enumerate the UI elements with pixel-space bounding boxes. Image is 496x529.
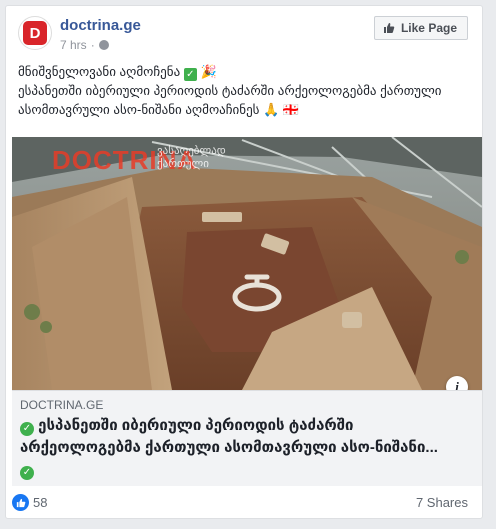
post-card: D doctrina.ge 7 hrs · Like Page მნიშვნელ… — [5, 5, 483, 519]
party-popper-icon: 🎉 — [200, 64, 217, 79]
doctrina-logo-icon: D — [23, 21, 47, 45]
like-page-label: Like Page — [400, 21, 457, 35]
link-title: ✓ ესპანეთში იბერიული პერიოდის ტაძარში არ… — [20, 415, 460, 481]
post-line-2: ესპანეთში იბერიული პერიოდის ტაძარში არქე… — [18, 83, 442, 98]
post-timestamp[interactable]: 7 hrs — [60, 38, 87, 52]
prayer-flag-icons: 🙏 🇬🇪 — [263, 102, 300, 117]
link-title-line-1-text: ესპანეთში იბერიული პერიოდის ტაძარში — [38, 417, 354, 434]
post-line-1-text: მნიშვნელოვანი აღმოჩენა — [18, 64, 181, 79]
link-title-line-3: ✓ — [20, 459, 460, 481]
post-line-1: მნიშვნელოვანი აღმოჩენა ✓ 🎉 — [18, 62, 468, 81]
link-title-line-2: არქეოლოგებმა ქართული ასომთავრული ასო-ნიშ… — [20, 439, 438, 456]
post-text: მნიშვნელოვანი აღმოჩენა ✓ 🎉 ესპანეთში იბე… — [18, 62, 468, 119]
post-line-3-text: ასომთავრული ასო-ნიშანი აღმოაჩინეს — [18, 102, 260, 117]
like-page-button[interactable]: Like Page — [373, 16, 468, 40]
post-line-3: ასომთავრული ასო-ნიშანი აღმოაჩინეს 🙏 🇬🇪 — [18, 100, 468, 119]
post-meta: 7 hrs · — [60, 38, 109, 52]
watermark-subtitle: ვასაღებლად ქართული — [157, 145, 226, 171]
post-footer: 58 7 Shares — [6, 492, 482, 516]
meta-separator: · — [90, 38, 95, 52]
check-circle-icon: ✓ — [20, 466, 34, 480]
globe-icon — [98, 40, 109, 50]
thumbs-up-icon — [383, 23, 395, 33]
shares-count[interactable]: 7 Shares — [416, 495, 468, 510]
like-reaction-icon[interactable] — [12, 494, 29, 511]
check-mark-icon: ✓ — [183, 68, 197, 81]
thumbs-up-icon — [16, 498, 25, 507]
link-domain: DOCTRINA.GE — [20, 398, 104, 412]
link-preview[interactable]: DOCTRINA.GE ✓ ესპანეთში იბერიული პერიოდი… — [12, 390, 482, 486]
shared-link-image[interactable]: DOCTRINA ვასაღებლად ქართული — [12, 137, 482, 390]
page-avatar[interactable]: D — [18, 16, 52, 50]
reaction-count[interactable]: 58 — [33, 495, 47, 510]
watermark-sub-line-1: ვასაღებლად — [157, 145, 226, 157]
page-name-link[interactable]: doctrina.ge — [60, 17, 141, 34]
check-circle-icon: ✓ — [20, 422, 34, 436]
link-title-line-1: ✓ ესპანეთში იბერიული პერიოდის ტაძარში — [20, 415, 460, 437]
watermark-sub-line-2: ქართული — [157, 158, 209, 170]
